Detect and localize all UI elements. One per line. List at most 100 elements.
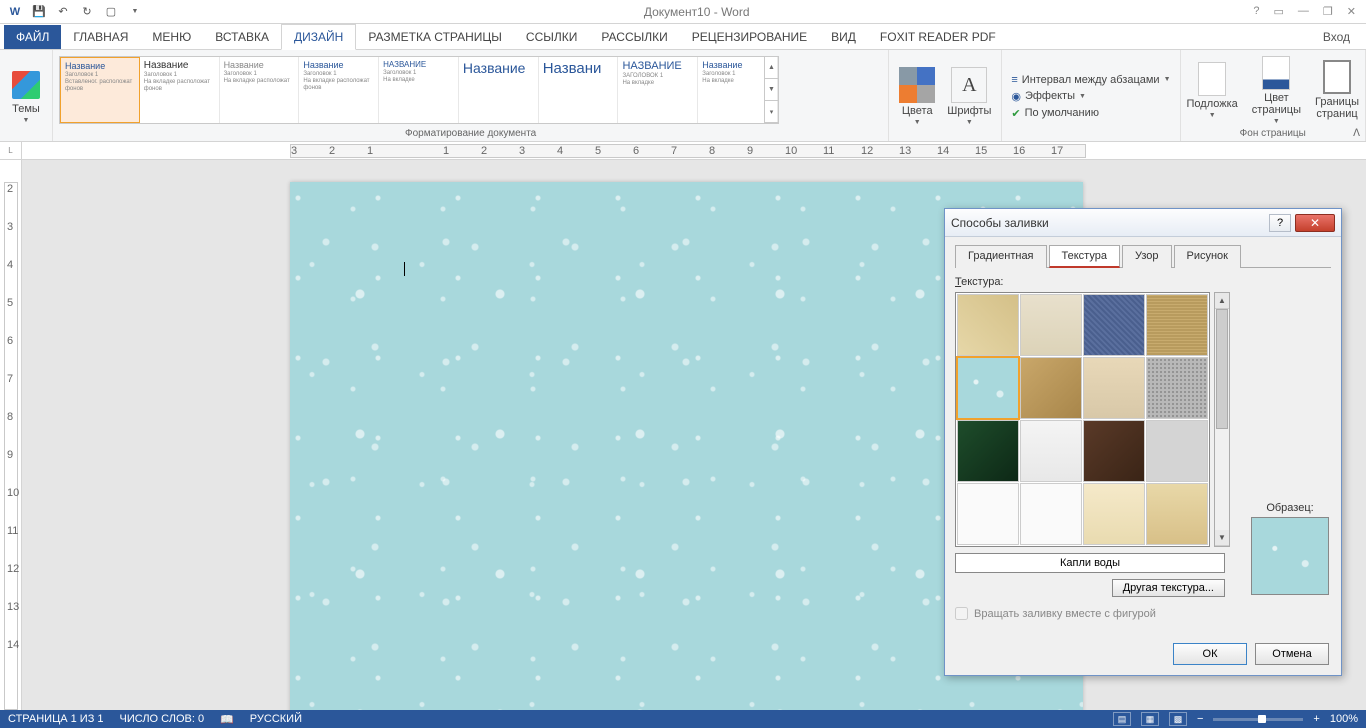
tab-view[interactable]: ВИД	[819, 25, 868, 49]
collapse-ribbon-icon[interactable]: ᐱ	[1353, 128, 1360, 139]
close-icon[interactable]: ✕	[1347, 5, 1356, 18]
text-cursor	[404, 262, 405, 276]
tab-file[interactable]: ФАЙЛ	[4, 25, 61, 49]
redo-icon[interactable]: ↻	[76, 1, 98, 23]
tab-gradient[interactable]: Градиентная	[955, 245, 1047, 268]
themes-button[interactable]: Темы ▼	[6, 67, 46, 126]
texture-grid	[955, 292, 1210, 547]
ribbon-options-icon[interactable]: ▭	[1274, 5, 1284, 18]
style-item[interactable]: Название	[459, 57, 539, 123]
tab-mailings[interactable]: РАССЫЛКИ	[589, 25, 679, 49]
group-themes: Темы ▼	[0, 50, 53, 141]
page-bg-group-label: Фон страницы	[1187, 126, 1359, 139]
texture-swatch[interactable]	[1146, 420, 1208, 482]
texture-swatch[interactable]	[957, 294, 1019, 356]
texture-swatch[interactable]	[1146, 483, 1208, 545]
login-link[interactable]: Вход	[1311, 25, 1362, 49]
ribbon-body: Темы ▼ НазваниеЗаголовок 1Вставленог. ра…	[0, 50, 1366, 142]
tab-texture[interactable]: Текстура	[1049, 245, 1120, 268]
texture-swatch[interactable]	[1146, 357, 1208, 419]
status-page[interactable]: СТРАНИЦА 1 ИЗ 1	[8, 713, 104, 725]
view-print-icon[interactable]: ▦	[1141, 712, 1159, 726]
scroll-thumb[interactable]	[1216, 309, 1228, 429]
cancel-button[interactable]: Отмена	[1255, 643, 1329, 665]
texture-swatch[interactable]	[1020, 483, 1082, 545]
ribbon-tabs: ФАЙЛ ГЛАВНАЯ Меню ВСТАВКА ДИЗАЙН РАЗМЕТК…	[0, 24, 1366, 50]
save-icon[interactable]: 💾	[28, 1, 50, 23]
texture-swatch[interactable]	[1020, 357, 1082, 419]
texture-swatch[interactable]	[1020, 420, 1082, 482]
page-color-icon	[1262, 56, 1290, 90]
style-item[interactable]: НазваниеЗаголовок 1На вкладке расположат…	[140, 57, 220, 123]
style-item[interactable]: Названи	[539, 57, 619, 123]
help-icon[interactable]: ?	[1253, 5, 1259, 18]
rotate-fill-checkbox	[955, 607, 968, 620]
group-colors-fonts: Цвета ▼ A Шрифты ▼	[889, 50, 1002, 141]
tab-foxit[interactable]: Foxit Reader PDF	[868, 25, 1008, 49]
texture-swatch[interactable]	[1083, 294, 1145, 356]
horizontal-ruler[interactable]: L 3211234567891011121314151617	[0, 142, 1366, 160]
scroll-up-icon[interactable]: ▲	[1215, 293, 1229, 309]
style-item[interactable]: НАЗВАНИЕЗаголовок 1На вкладке	[379, 57, 459, 123]
texture-swatch[interactable]	[1083, 483, 1145, 545]
texture-swatch[interactable]	[1020, 294, 1082, 356]
tab-menu[interactable]: Меню	[140, 25, 203, 49]
tab-picture[interactable]: Рисунок	[1174, 245, 1242, 268]
ruler-corner: L	[0, 142, 22, 159]
view-read-icon[interactable]: ▤	[1113, 712, 1131, 726]
sample-label: Образец:	[1266, 502, 1313, 514]
tab-design[interactable]: ДИЗАЙН	[281, 24, 356, 50]
ok-button[interactable]: ОК	[1173, 643, 1247, 665]
colors-button[interactable]: Цвета ▼	[895, 65, 939, 128]
texture-scrollbar[interactable]: ▲ ▼	[1214, 292, 1230, 547]
minimize-icon[interactable]: —	[1298, 5, 1309, 18]
word-icon[interactable]: W	[4, 1, 26, 23]
dialog-help-icon[interactable]: ?	[1269, 214, 1291, 232]
dialog-titlebar[interactable]: Способы заливки ? ✕	[945, 209, 1341, 237]
style-item[interactable]: НАЗВАНИЕЗАГОЛОВОК 1На вкладке	[618, 57, 698, 123]
zoom-slider[interactable]	[1213, 718, 1303, 721]
tab-insert[interactable]: ВСТАВКА	[203, 25, 281, 49]
tab-pattern[interactable]: Узор	[1122, 245, 1172, 268]
status-words[interactable]: ЧИСЛО СЛОВ: 0	[120, 713, 205, 725]
undo-icon[interactable]: ↶	[52, 1, 74, 23]
style-item[interactable]: НазваниеЗаголовок 1На вкладке расположат	[220, 57, 300, 123]
style-item[interactable]: НазваниеЗаголовок 1Вставленог. расположа…	[60, 57, 140, 123]
texture-swatch[interactable]	[1083, 420, 1145, 482]
effects-button[interactable]: ◉Эффекты ▼	[1008, 89, 1173, 104]
page-borders-button[interactable]: Границы страниц	[1315, 60, 1359, 120]
set-default-button[interactable]: ✔По умолчанию	[1008, 106, 1173, 121]
fonts-label: Шрифты	[947, 105, 991, 117]
dialog-tabs: Градиентная Текстура Узор Рисунок	[955, 245, 1331, 268]
qat-dropdown-icon[interactable]: ▼	[124, 1, 146, 23]
new-doc-icon[interactable]: ▢	[100, 1, 122, 23]
zoom-out-icon[interactable]: −	[1197, 713, 1203, 725]
other-texture-button[interactable]: Другая текстура...	[1112, 579, 1225, 597]
zoom-in-icon[interactable]: +	[1313, 713, 1319, 725]
vertical-ruler[interactable]: 234567891011121314	[0, 160, 22, 710]
view-web-icon[interactable]: ▩	[1169, 712, 1187, 726]
tab-review[interactable]: РЕЦЕНЗИРОВАНИЕ	[680, 25, 819, 49]
status-language[interactable]: РУССКИЙ	[250, 713, 302, 725]
tab-layout[interactable]: РАЗМЕТКА СТРАНИЦЫ	[356, 25, 514, 49]
tab-references[interactable]: ССЫЛКИ	[514, 25, 589, 49]
texture-swatch-selected[interactable]	[957, 357, 1019, 419]
texture-swatch[interactable]	[957, 420, 1019, 482]
texture-swatch[interactable]	[1146, 294, 1208, 356]
style-gallery[interactable]: НазваниеЗаголовок 1Вставленог. расположа…	[59, 56, 779, 124]
page-color-button[interactable]: Цвет страницы▼	[1252, 56, 1301, 125]
dialog-close-icon[interactable]: ✕	[1295, 214, 1335, 232]
fonts-button[interactable]: A Шрифты ▼	[943, 65, 995, 128]
gallery-scrollbar[interactable]: ▲▼▾	[764, 57, 778, 123]
status-proofing-icon[interactable]: 📖	[220, 713, 234, 726]
zoom-level[interactable]: 100%	[1330, 713, 1358, 725]
restore-icon[interactable]: ❐	[1323, 5, 1333, 18]
status-bar: СТРАНИЦА 1 ИЗ 1 ЧИСЛО СЛОВ: 0 📖 РУССКИЙ …	[0, 710, 1366, 728]
scroll-down-icon[interactable]: ▼	[1215, 530, 1229, 546]
style-item[interactable]: НазваниеЗаголовок 1На вкладке расположат…	[299, 57, 379, 123]
tab-home[interactable]: ГЛАВНАЯ	[61, 25, 140, 49]
paragraph-spacing-button[interactable]: ≡Интервал между абзацами ▼	[1008, 73, 1173, 87]
watermark-button[interactable]: Подложка▼	[1187, 62, 1238, 119]
texture-swatch[interactable]	[957, 483, 1019, 545]
texture-swatch[interactable]	[1083, 357, 1145, 419]
